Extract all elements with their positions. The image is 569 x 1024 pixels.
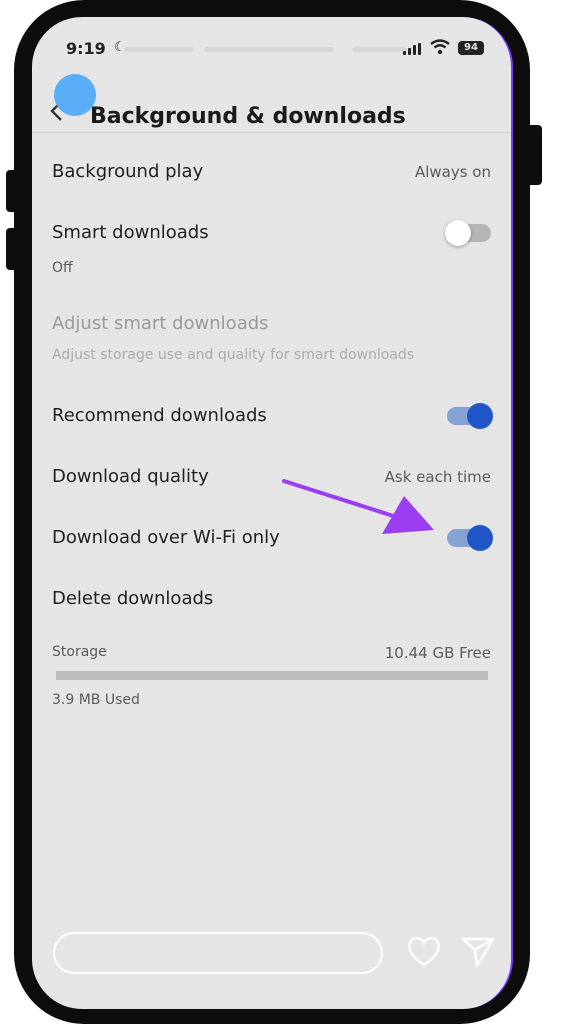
smart-downloads-toggle[interactable] xyxy=(445,220,491,246)
setting-label: Recommend downloads xyxy=(52,405,267,426)
dynamic-island-blur xyxy=(124,47,194,52)
setting-label: Smart downloads xyxy=(52,222,209,243)
storage-usage-bar xyxy=(56,671,488,680)
setting-value: Always on xyxy=(414,163,491,181)
wifi-icon xyxy=(430,39,450,55)
tap-indicator-dot xyxy=(54,74,96,116)
app-header: Background & downloads xyxy=(32,77,511,133)
toggle-knob xyxy=(445,220,471,246)
signal-icon xyxy=(403,43,423,55)
recommend-downloads-toggle[interactable] xyxy=(447,403,493,429)
phone-side-button-right xyxy=(525,125,542,185)
setting-sub: Adjust storage use and quality for smart… xyxy=(52,347,415,363)
send-icon[interactable] xyxy=(460,935,496,969)
phone-side-button-left-1 xyxy=(6,170,20,212)
heart-icon[interactable] xyxy=(406,934,442,968)
comment-input[interactable] xyxy=(53,932,383,974)
status-time: 9:19 xyxy=(66,39,106,58)
storage-label: Storage xyxy=(52,644,107,660)
setting-label: Delete downloads xyxy=(52,588,214,609)
setting-label: Adjust smart downloads xyxy=(52,313,269,334)
setting-label: Background play xyxy=(52,161,204,182)
annotation-arrow-icon xyxy=(282,479,434,534)
page-title: Background & downloads xyxy=(90,104,406,129)
toggle-knob xyxy=(467,525,493,551)
dynamic-island-blur xyxy=(204,47,334,52)
setting-label: Download quality xyxy=(52,466,209,487)
status-bar: 9:19 ☾ 94 xyxy=(32,17,511,77)
setting-label: Download over Wi-Fi only xyxy=(52,527,280,548)
dynamic-island-blur xyxy=(352,47,407,52)
battery-icon: 94 xyxy=(458,41,484,55)
download-over-wifi-toggle[interactable] xyxy=(447,525,493,551)
setting-sub: Off xyxy=(52,260,73,276)
storage-used: 3.9 MB Used xyxy=(52,692,140,708)
phone-side-button-left-2 xyxy=(6,228,20,270)
storage-free: 10.44 GB Free xyxy=(384,644,491,662)
toggle-knob xyxy=(467,403,493,429)
